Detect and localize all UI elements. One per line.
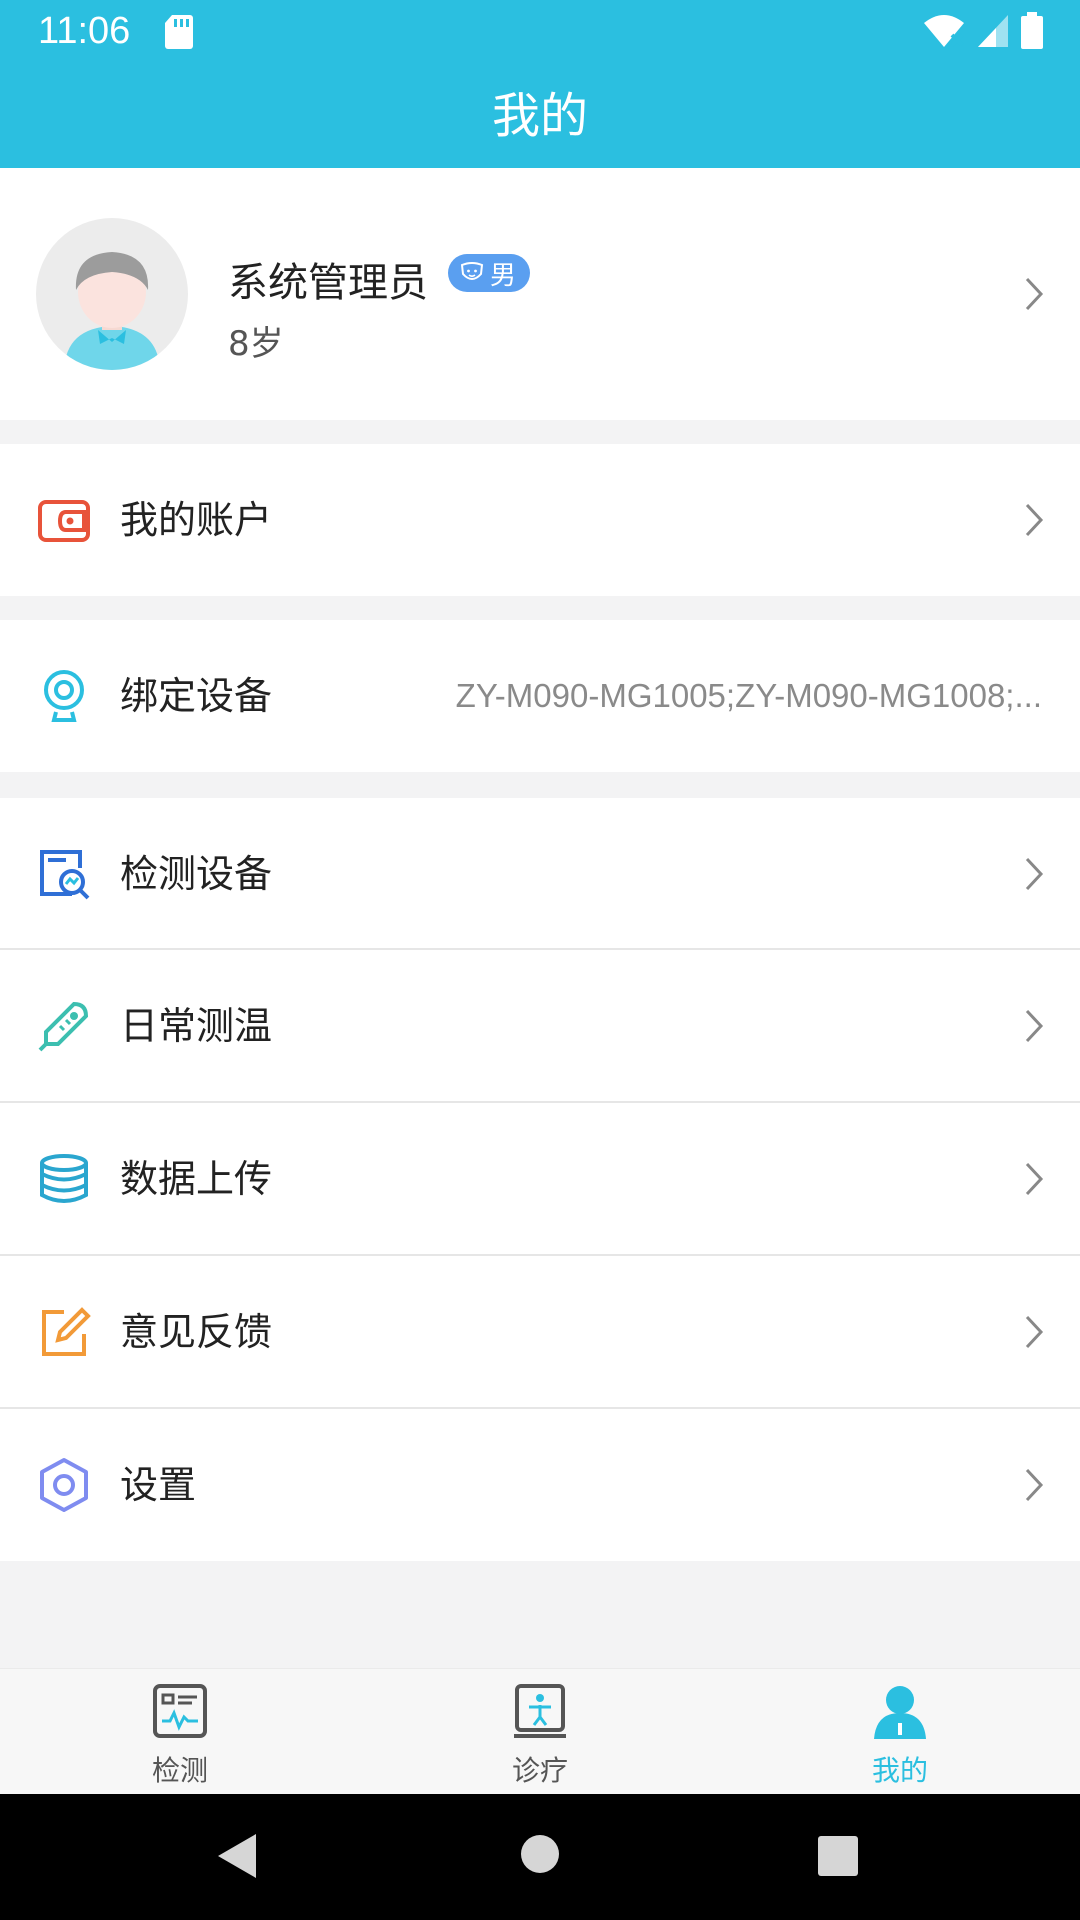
tab-label: 我的: [871, 1754, 928, 1787]
menu-label: 意见反馈: [120, 1310, 273, 1354]
gender-label: 男: [490, 260, 517, 291]
menu-label: 检测设备: [120, 852, 273, 896]
sd-card-icon: [165, 15, 193, 49]
avatar-illustration: [64, 252, 160, 370]
bound-devices-value: ZY-M090-MG1005;ZY-M090-MG1008;...: [455, 677, 1042, 714]
menu-label: 日常测温: [120, 1004, 273, 1048]
page-title: 我的: [491, 88, 588, 144]
user-age: 8岁: [228, 324, 284, 364]
chevron-right-icon: [1025, 1009, 1044, 1043]
treatment-icon: [514, 1684, 566, 1738]
menu-label: 设置: [120, 1463, 197, 1507]
monitor-icon: [153, 1684, 207, 1738]
tab-label: 检测: [151, 1754, 208, 1787]
boy-face-icon: [460, 262, 484, 280]
chevron-right-icon: [1025, 1162, 1044, 1196]
thermometer-icon: [38, 1001, 89, 1052]
app-bar: 我的: [0, 64, 1080, 168]
menu-label: 绑定设备: [120, 674, 273, 718]
wallet-icon: [38, 500, 90, 542]
chevron-right-icon: [1025, 1468, 1044, 1502]
chevron-right-icon: [1025, 503, 1044, 537]
tab-mine[interactable]: 我的: [720, 1669, 1080, 1795]
tab-detect[interactable]: 检测: [0, 1669, 360, 1795]
chevron-right-icon: [1025, 277, 1044, 311]
wifi-icon: [924, 15, 964, 47]
gender-badge: 男: [448, 254, 531, 292]
gear-icon: [40, 1458, 88, 1512]
menu-item-account[interactable]: 我的账户: [0, 444, 1080, 596]
menu-item-settings[interactable]: 设置: [0, 1409, 1080, 1561]
tab-treatment[interactable]: 诊疗: [360, 1669, 720, 1795]
menu-item-detect-device[interactable]: 检测设备: [0, 798, 1080, 950]
webcam-icon: [44, 670, 84, 722]
user-icon: [874, 1686, 926, 1739]
status-bar: 11:06: [0, 0, 1080, 64]
system-nav-bar: [0, 1794, 1080, 1920]
database-icon: [40, 1154, 88, 1203]
menu-item-feedback[interactable]: 意见反馈: [0, 1256, 1080, 1408]
status-time: 11:06: [38, 10, 131, 52]
bottom-tab-bar: 检测 诊疗 我的: [0, 1668, 1080, 1794]
home-icon[interactable]: [520, 1834, 560, 1874]
avatar: [36, 218, 188, 370]
profile-card[interactable]: 系统管理员 男 8岁: [0, 168, 1080, 420]
battery-icon: [1021, 12, 1043, 49]
recents-icon[interactable]: [818, 1836, 858, 1876]
edit-icon: [42, 1307, 91, 1356]
menu-item-upload[interactable]: 数据上传: [0, 1103, 1080, 1255]
device-check-icon: [40, 850, 90, 900]
user-name: 系统管理员: [228, 260, 428, 306]
menu-item-bind-device[interactable]: 绑定设备 ZY-M090-MG1005;ZY-M090-MG1008;...: [0, 620, 1080, 772]
tab-label: 诊疗: [511, 1754, 568, 1787]
chevron-right-icon: [1025, 1315, 1044, 1349]
chevron-right-icon: [1025, 857, 1044, 891]
menu-label: 我的账户: [120, 498, 273, 542]
signal-icon: [978, 15, 1008, 47]
menu-label: 数据上传: [120, 1157, 273, 1201]
menu-item-temperature[interactable]: 日常测温: [0, 950, 1080, 1102]
back-icon[interactable]: [216, 1832, 260, 1880]
